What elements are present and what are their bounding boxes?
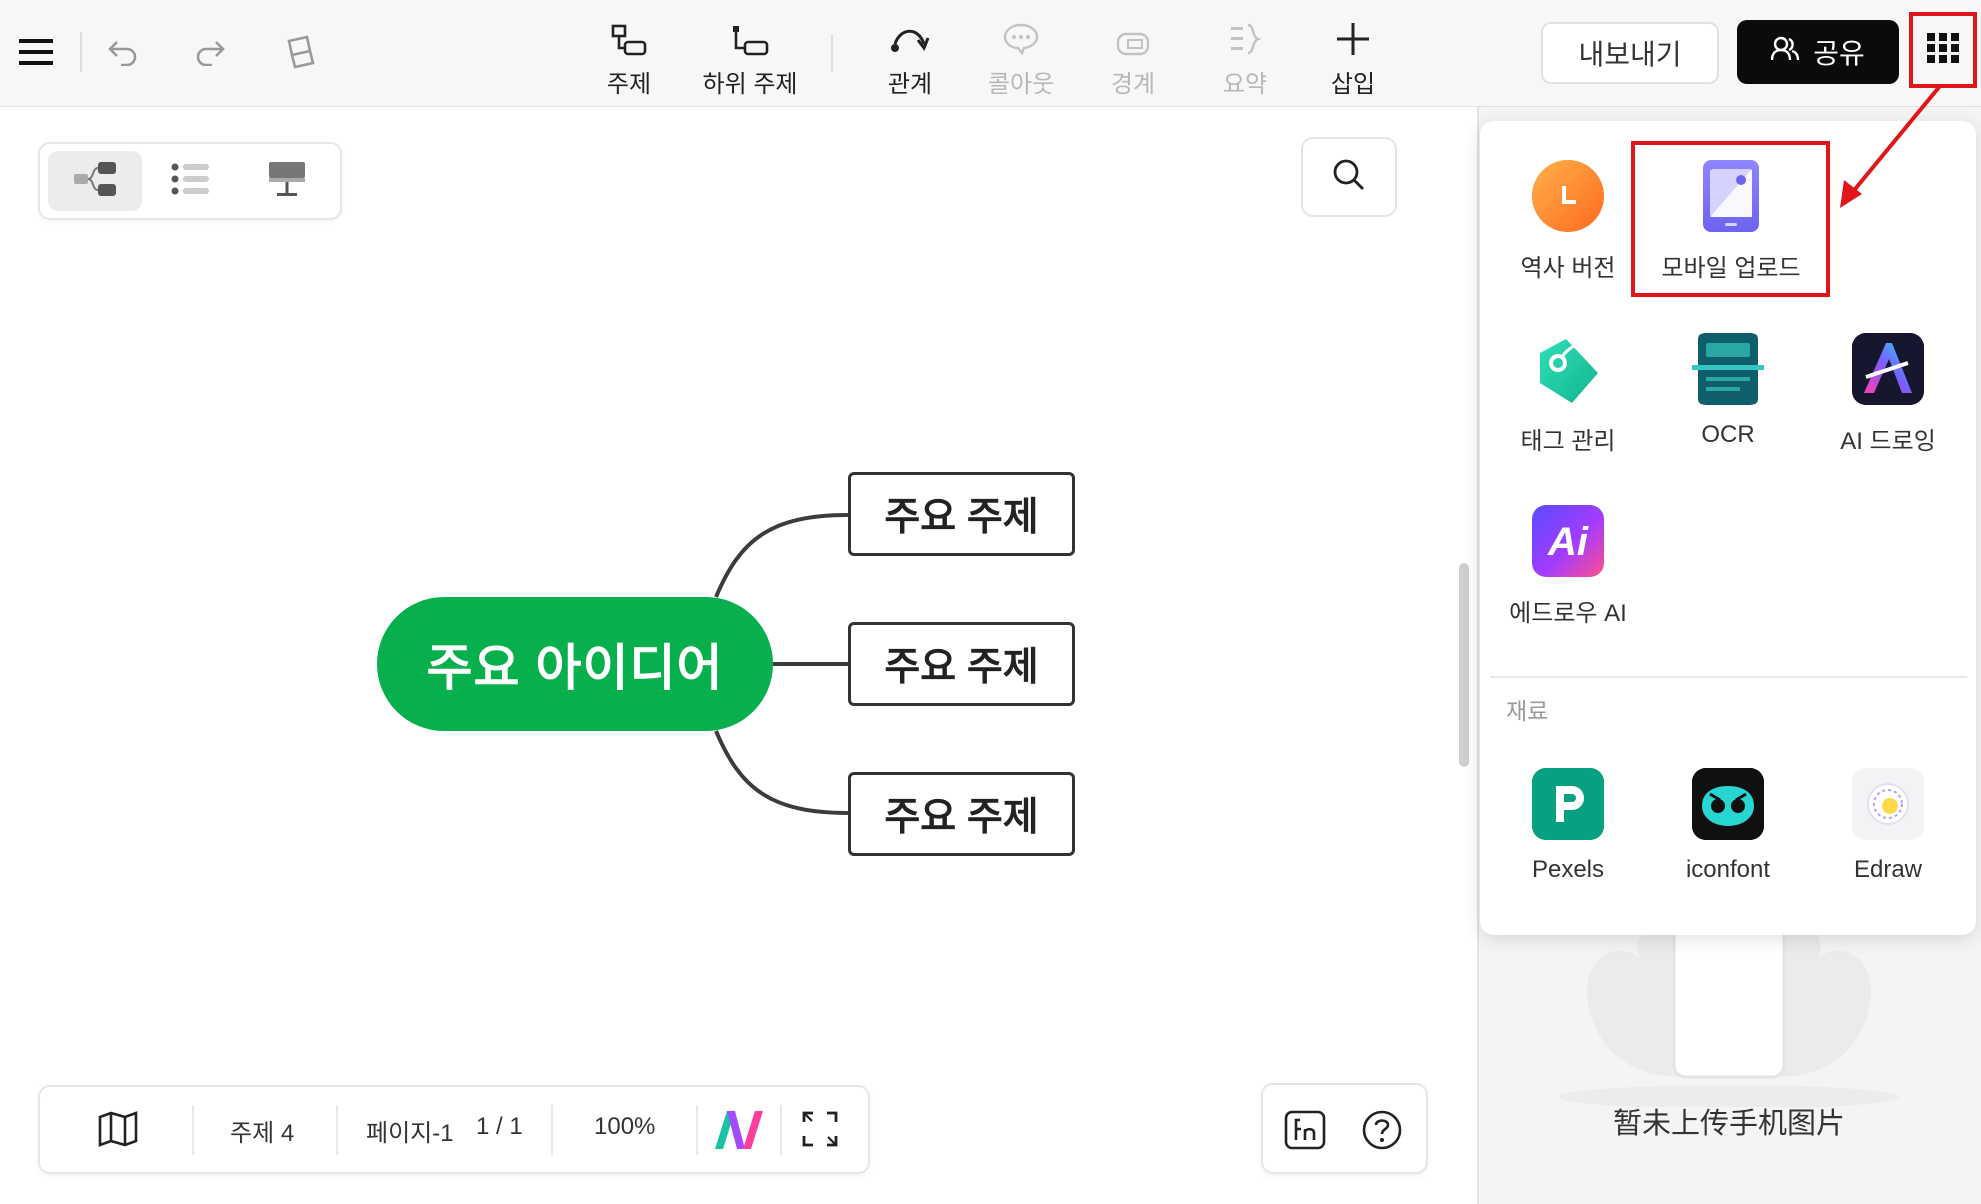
fn-help-box — [1261, 1083, 1428, 1174]
app-name: 역사 버전 — [1520, 255, 1616, 282]
share-button[interactable]: 공유 — [1737, 20, 1899, 84]
tool-label: 콜아웃 — [987, 71, 1055, 98]
export-button[interactable]: 내보내기 — [1541, 22, 1719, 84]
main-topic[interactable]: 주요 주제 — [848, 472, 1075, 556]
map-icon[interactable] — [98, 1111, 138, 1152]
svg-text:Ai: Ai — [1547, 520, 1589, 564]
grid-icon — [1927, 32, 1959, 68]
app-name: Edraw — [1853, 856, 1923, 883]
toolbar-divider — [831, 34, 833, 72]
app-tag-management[interactable]: 태그 관리 — [1488, 333, 1648, 456]
function-icon[interactable] — [1284, 1110, 1326, 1155]
tool-summary[interactable]: 요약 — [1190, 18, 1300, 98]
tool-label: 주제 — [606, 71, 652, 98]
user-icon — [1771, 36, 1800, 69]
empty-upload-message: 暂未上传手机图片 — [1612, 1108, 1845, 1140]
highlight-box — [1631, 141, 1830, 297]
main-topic[interactable]: 주요 주제 — [848, 772, 1075, 856]
iconfont-icon — [1692, 768, 1764, 840]
tool-callout[interactable]: 콜아웃 — [966, 18, 1076, 98]
material-edraw[interactable]: Edraw — [1808, 768, 1968, 884]
format-painter-icon[interactable] — [278, 30, 320, 72]
tag-icon — [1532, 333, 1604, 405]
summary-icon — [1190, 18, 1300, 56]
zoom-level[interactable]: 100% — [594, 1113, 655, 1141]
app-history-version[interactable]: 역사 버전 — [1488, 160, 1648, 283]
topic-icon — [574, 18, 684, 56]
mindmap-view-button[interactable] — [48, 151, 142, 211]
brand-logo-icon[interactable] — [713, 1109, 765, 1156]
tool-label: 삽입 — [1330, 71, 1376, 98]
boundary-icon — [1078, 18, 1188, 56]
app-ocr[interactable]: OCR — [1648, 333, 1808, 449]
search-button[interactable] — [1301, 137, 1397, 217]
tool-relationship[interactable]: 관계 — [855, 18, 965, 98]
tool-label: 하위 주제 — [702, 71, 798, 98]
share-label: 공유 — [1813, 38, 1865, 69]
mindmap-view-icon — [72, 160, 118, 203]
app-ai-drawing[interactable]: AI 드로잉 — [1808, 333, 1968, 456]
status-divider — [336, 1105, 338, 1155]
relationship-icon — [855, 18, 965, 56]
fullscreen-icon[interactable] — [802, 1111, 838, 1152]
app-name: OCR — [1701, 421, 1755, 448]
status-divider — [192, 1105, 194, 1155]
ai-drawing-icon — [1852, 333, 1924, 405]
page-name[interactable]: 페이지-1 — [366, 1113, 454, 1148]
presentation-view-button[interactable] — [240, 151, 334, 211]
app-name: 에드로우 AI — [1509, 600, 1627, 627]
canvas-scrollbar[interactable] — [1459, 563, 1469, 767]
pexels-icon — [1532, 768, 1604, 840]
topic-count: 주제 4 — [230, 1120, 295, 1147]
material-pexels[interactable]: Pexels — [1488, 768, 1648, 884]
outline-view-icon — [171, 162, 211, 201]
app-name: Pexels — [1531, 856, 1605, 883]
edraw-icon — [1852, 768, 1924, 840]
undo-icon[interactable] — [103, 32, 143, 72]
page-number: 1 / 1 — [476, 1113, 523, 1140]
status-divider — [696, 1105, 698, 1155]
central-topic[interactable]: 주요 아이디어 — [377, 597, 773, 731]
status-divider — [780, 1105, 782, 1155]
status-bar: 주제 4 페이지-1 1 / 1 100% — [38, 1085, 870, 1174]
main-topic[interactable]: 주요 주제 — [848, 622, 1075, 706]
subtopic-icon — [693, 18, 807, 56]
view-switcher — [38, 142, 342, 220]
apps-grid-button[interactable] — [1909, 12, 1977, 88]
top-toolbar: 주제 하위 주제 관계 콜아웃 경계 요약 삽입 내보내기 공유 — [0, 0, 1981, 107]
tool-label: 관계 — [887, 71, 933, 98]
tool-insert[interactable]: 삽입 — [1298, 18, 1408, 98]
outline-view-button[interactable] — [144, 151, 238, 211]
search-icon — [1332, 158, 1366, 197]
tool-subtopic[interactable]: 하위 주제 — [693, 18, 807, 98]
redo-icon[interactable] — [190, 32, 230, 72]
edraw-ai-icon: Ai — [1532, 505, 1604, 577]
menu-icon[interactable] — [14, 32, 58, 72]
help-icon[interactable] — [1361, 1109, 1403, 1156]
tool-boundary[interactable]: 경계 — [1078, 18, 1188, 98]
tool-topic[interactable]: 주제 — [574, 18, 684, 98]
material-iconfont[interactable]: iconfont — [1648, 768, 1808, 884]
app-name: iconfont — [1685, 856, 1771, 883]
panel-divider — [1490, 676, 1967, 678]
app-edraw-ai[interactable]: Ai 에드로우 AI — [1488, 505, 1648, 628]
history-icon — [1532, 160, 1604, 232]
presentation-icon — [267, 160, 307, 203]
plus-icon — [1298, 18, 1408, 56]
app-name: 태그 관리 — [1520, 428, 1616, 455]
tool-label: 경계 — [1110, 71, 1156, 98]
ocr-icon — [1692, 333, 1764, 405]
callout-icon — [966, 18, 1076, 56]
status-divider — [551, 1105, 553, 1155]
materials-heading: 재료 — [1506, 698, 1549, 724]
toolbar-divider — [80, 32, 82, 72]
app-name: AI 드로잉 — [1840, 428, 1936, 455]
tool-label: 요약 — [1222, 71, 1268, 98]
annotation-arrow-icon — [1840, 84, 1942, 208]
